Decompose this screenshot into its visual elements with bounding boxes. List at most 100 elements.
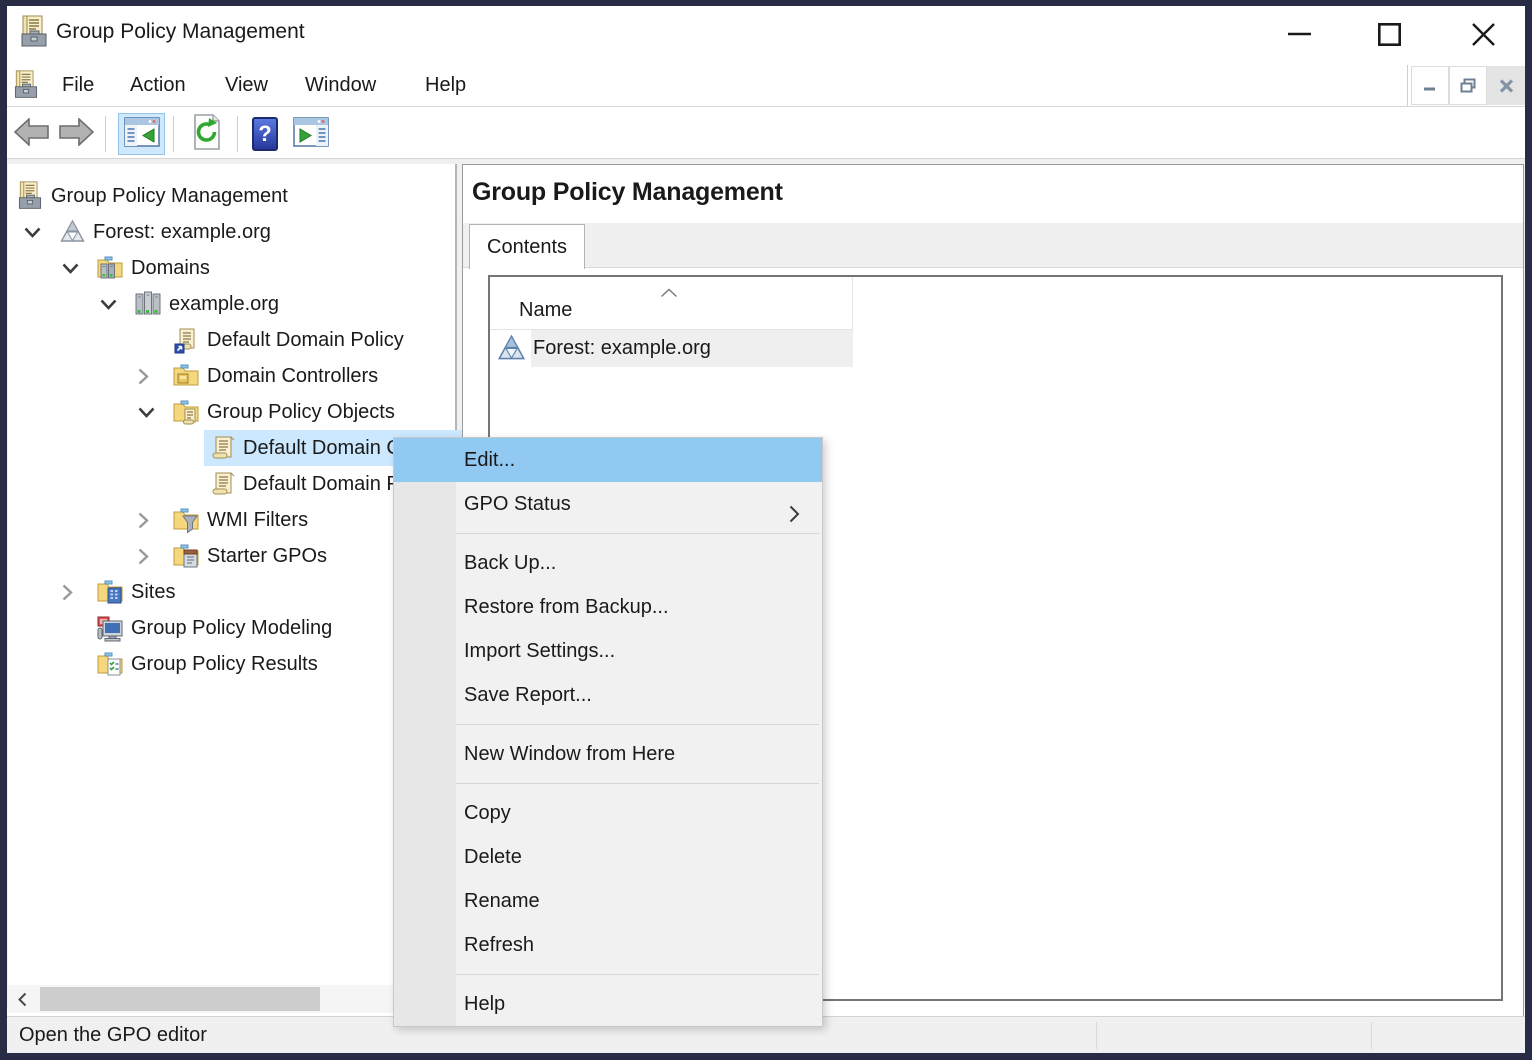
- forest-icon: [54, 214, 90, 250]
- title-bar[interactable]: Group Policy Management: [7, 6, 1525, 64]
- tree-item-label: Starter GPOs: [207, 545, 327, 568]
- gpo-context-menu: Edit... GPO Status Back Up... Restore fr…: [393, 437, 823, 1027]
- tree-item-label: example.org: [169, 293, 279, 316]
- mdi-separator: [1407, 65, 1408, 106]
- help-button[interactable]: ?: [247, 113, 283, 155]
- tab-contents[interactable]: Contents: [469, 224, 585, 269]
- help-icon: ?: [252, 117, 278, 151]
- tree-item-domains[interactable]: Domains: [54, 250, 210, 286]
- tree-item-sites[interactable]: Sites: [54, 574, 175, 610]
- menu-separator: [456, 724, 819, 725]
- tree-item-group-policy-objects[interactable]: Group Policy Objects: [130, 394, 395, 430]
- menu-help[interactable]: Help: [409, 64, 482, 106]
- gpmc-app-icon: [17, 14, 51, 50]
- tree-item-group-policy-results[interactable]: Group Policy Results: [92, 646, 318, 682]
- menu-item-help[interactable]: Help: [394, 982, 822, 1026]
- domain-controllers-folder-icon: [168, 358, 204, 394]
- starter-gpos-folder-icon: [168, 538, 204, 574]
- list-row-label: Forest: example.org: [533, 337, 711, 360]
- gpo-link-icon: [168, 322, 204, 358]
- refresh-button[interactable]: [185, 113, 229, 155]
- scrollbar-thumb[interactable]: [40, 987, 320, 1011]
- tree-item-group-policy-modeling[interactable]: Group Policy Modeling: [92, 610, 332, 646]
- tree-item-starter-gpos[interactable]: Starter GPOs: [130, 538, 327, 574]
- tree-item-label: Domains: [131, 257, 210, 280]
- mdi-restore-button[interactable]: [1449, 66, 1487, 105]
- tree-item-forest[interactable]: Forest: example.org: [16, 214, 271, 250]
- chevron-right-icon[interactable]: [54, 574, 92, 610]
- sites-folder-icon: [92, 574, 128, 610]
- tree-item-label: Group Policy Modeling: [131, 617, 332, 640]
- menu-item-rename[interactable]: Rename: [394, 879, 822, 923]
- chevron-right-icon[interactable]: [130, 358, 168, 394]
- tree-item-example-org[interactable]: example.org: [92, 286, 279, 322]
- show-console-tree-button[interactable]: [118, 113, 165, 155]
- mdi-window-controls: [1407, 65, 1525, 106]
- window-title: Group Policy Management: [56, 20, 305, 44]
- column-header-name[interactable]: Name: [490, 277, 853, 330]
- app-window: Group Policy Management File Action View…: [0, 0, 1532, 1060]
- menu-item-new-window-from-here[interactable]: New Window from Here: [394, 732, 822, 776]
- tree-horizontal-scrollbar[interactable]: [8, 985, 455, 1013]
- back-button[interactable]: [11, 113, 53, 155]
- minimize-button[interactable]: [1274, 12, 1324, 56]
- console-tree-pane: Group Policy Management Forest: example.…: [8, 164, 457, 1018]
- action-pane-icon: [293, 117, 329, 152]
- chevron-down-icon[interactable]: [54, 250, 92, 286]
- gpo-icon: [204, 466, 240, 502]
- gpo-icon: [204, 430, 240, 466]
- wmi-filters-folder-icon: [168, 502, 204, 538]
- close-button[interactable]: [1458, 12, 1508, 56]
- refresh-icon: [191, 114, 223, 155]
- menu-separator: [456, 533, 819, 534]
- tab-label: Contents: [487, 236, 567, 259]
- forward-arrow-icon: [58, 118, 94, 151]
- back-arrow-icon: [14, 118, 50, 151]
- mdi-minimize-button[interactable]: [1411, 66, 1449, 105]
- tree-item-label: Group Policy Results: [131, 653, 318, 676]
- status-separator: [1371, 1022, 1372, 1049]
- menu-item-delete[interactable]: Delete: [394, 835, 822, 879]
- chevron-down-icon[interactable]: [92, 286, 130, 322]
- menu-item-refresh[interactable]: Refresh: [394, 923, 822, 967]
- details-pane-title: Group Policy Management: [472, 178, 783, 207]
- menu-item-import-settings[interactable]: Import Settings...: [394, 629, 822, 673]
- toolbar: ?: [7, 108, 1525, 159]
- menu-item-label: GPO Status: [464, 493, 571, 515]
- menu-item-restore-from-backup[interactable]: Restore from Backup...: [394, 585, 822, 629]
- menu-window[interactable]: Window: [289, 64, 392, 106]
- menu-item-save-report[interactable]: Save Report...: [394, 673, 822, 717]
- toolbar-separator: [173, 116, 174, 152]
- menu-item-copy[interactable]: Copy: [394, 791, 822, 835]
- menu-action[interactable]: Action: [114, 64, 202, 106]
- mdi-close-button[interactable]: [1487, 66, 1525, 105]
- menu-file[interactable]: File: [46, 64, 110, 106]
- domain-servers-icon: [130, 286, 166, 322]
- menu-view[interactable]: View: [209, 64, 284, 106]
- list-row-forest[interactable]: Forest: example.org: [490, 330, 711, 367]
- maximize-button[interactable]: [1364, 12, 1414, 56]
- chevron-down-icon[interactable]: [16, 214, 54, 250]
- tree-item-wmi-filters[interactable]: WMI Filters: [130, 502, 308, 538]
- menu-item-edit[interactable]: Edit...: [394, 438, 822, 482]
- show-action-pane-button[interactable]: [287, 113, 335, 155]
- scroll-left-arrow[interactable]: [8, 985, 36, 1013]
- tree-item-domain-controllers[interactable]: Domain Controllers: [130, 358, 378, 394]
- gpmc-icon: [12, 178, 48, 214]
- chevron-down-icon[interactable]: [130, 394, 168, 430]
- forward-button[interactable]: [55, 113, 97, 155]
- tree-item-label: Group Policy Management: [51, 185, 288, 208]
- domains-folder-icon: [92, 250, 128, 286]
- console-tree-icon: [124, 117, 160, 152]
- chevron-right-icon[interactable]: [130, 502, 168, 538]
- chevron-right-icon[interactable]: [130, 538, 168, 574]
- menu-item-gpo-status[interactable]: GPO Status: [394, 482, 822, 526]
- tree-item-label: Domain Controllers: [207, 365, 378, 388]
- tree-item-label: Forest: example.org: [93, 221, 271, 244]
- menu-item-back-up[interactable]: Back Up...: [394, 541, 822, 585]
- tree-item-label: WMI Filters: [207, 509, 308, 532]
- tree-item-default-domain-policy-link[interactable]: Default Domain Policy: [168, 322, 404, 358]
- forest-icon: [497, 334, 527, 363]
- tree-item-group-policy-management[interactable]: Group Policy Management: [12, 178, 288, 214]
- gpo-folder-icon: [168, 394, 204, 430]
